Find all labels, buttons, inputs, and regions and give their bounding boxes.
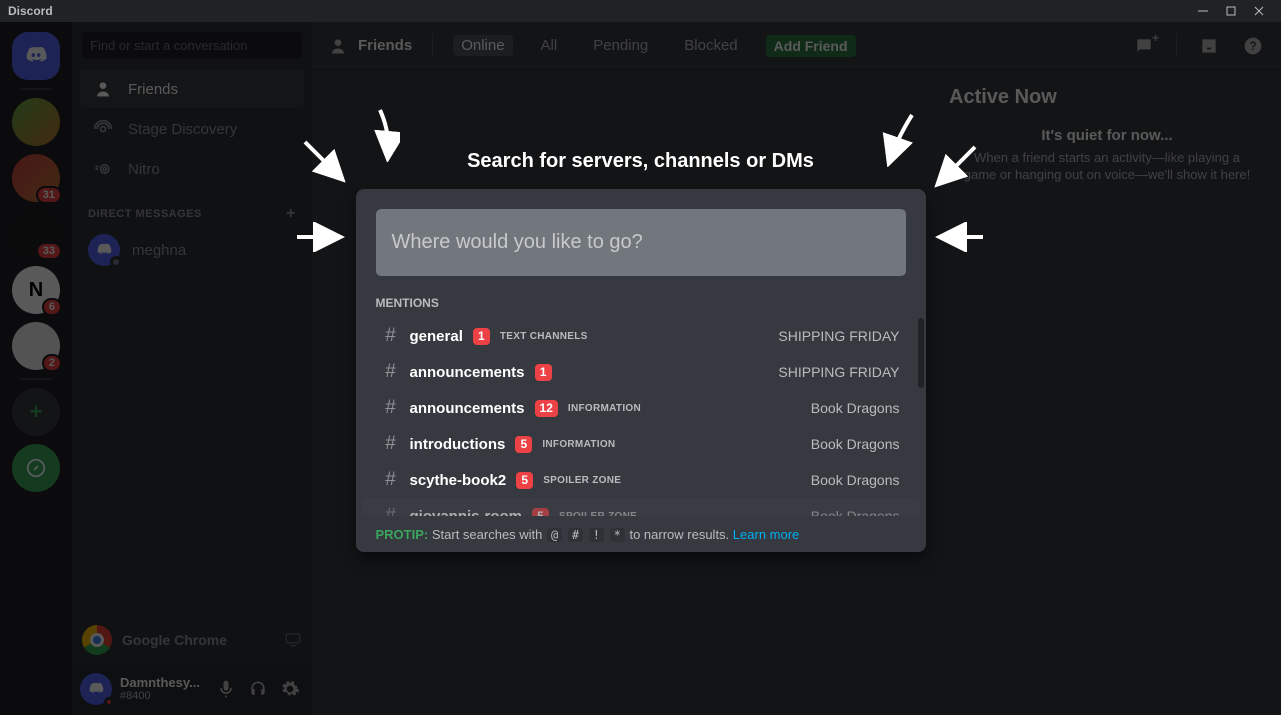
result-row[interactable]: # general 1 TEXT CHANNELS SHIPPING FRIDA… [362,318,920,354]
hash-icon: # [382,325,400,347]
mention-badge: 12 [535,400,558,417]
mention-badge: 5 [532,508,549,517]
mention-badge: 5 [516,472,533,489]
hash-icon: # [382,361,400,383]
maximize-button[interactable] [1217,0,1245,22]
quickswitcher-input[interactable]: Where would you like to go? [376,209,906,276]
results-section-header: MENTIONS [356,296,926,318]
results-list: # general 1 TEXT CHANNELS SHIPPING FRIDA… [356,318,926,516]
result-row[interactable]: # scythe-book2 5 SPOILER ZONE Book Drago… [362,462,920,498]
annotation-arrow-icon [300,137,350,187]
result-row[interactable]: # giovannis-room 5 SPOILER ZONE Book Dra… [362,498,920,516]
annotation-arrow-icon [930,142,980,192]
mention-badge: 1 [473,328,490,345]
annotation-arrow-icon [295,222,345,252]
quickswitcher-title: Search for servers, channels or DMs [467,150,814,173]
hash-icon: # [382,469,400,491]
quickswitcher-footer: PROTIP: Start searches with @ # ! * to n… [356,516,926,552]
hash-icon: # [382,397,400,419]
scrollbar-thumb[interactable] [918,318,924,388]
annotation-arrow-icon [935,222,985,252]
minimize-button[interactable] [1189,0,1217,22]
hash-icon: # [382,433,400,455]
titlebar: Discord [0,0,1281,22]
annotation-arrow-icon [880,112,920,167]
modal-overlay[interactable]: Search for servers, channels or DMs Wher… [0,22,1281,715]
mention-badge: 1 [535,364,552,381]
result-row[interactable]: # announcements 1 SHIPPING FRIDAY [362,354,920,390]
close-button[interactable] [1245,0,1273,22]
result-row[interactable]: # introductions 5 INFORMATION Book Drago… [362,426,920,462]
app-name: Discord [8,4,53,18]
result-row[interactable]: # announcements 12 INFORMATION Book Drag… [362,390,920,426]
annotation-arrow-icon [370,107,400,162]
quickswitcher-modal: Where would you like to go? MENTIONS # g… [356,189,926,552]
mention-badge: 5 [515,436,532,453]
learn-more-link[interactable]: Learn more [733,527,799,542]
hash-icon: # [382,505,400,516]
